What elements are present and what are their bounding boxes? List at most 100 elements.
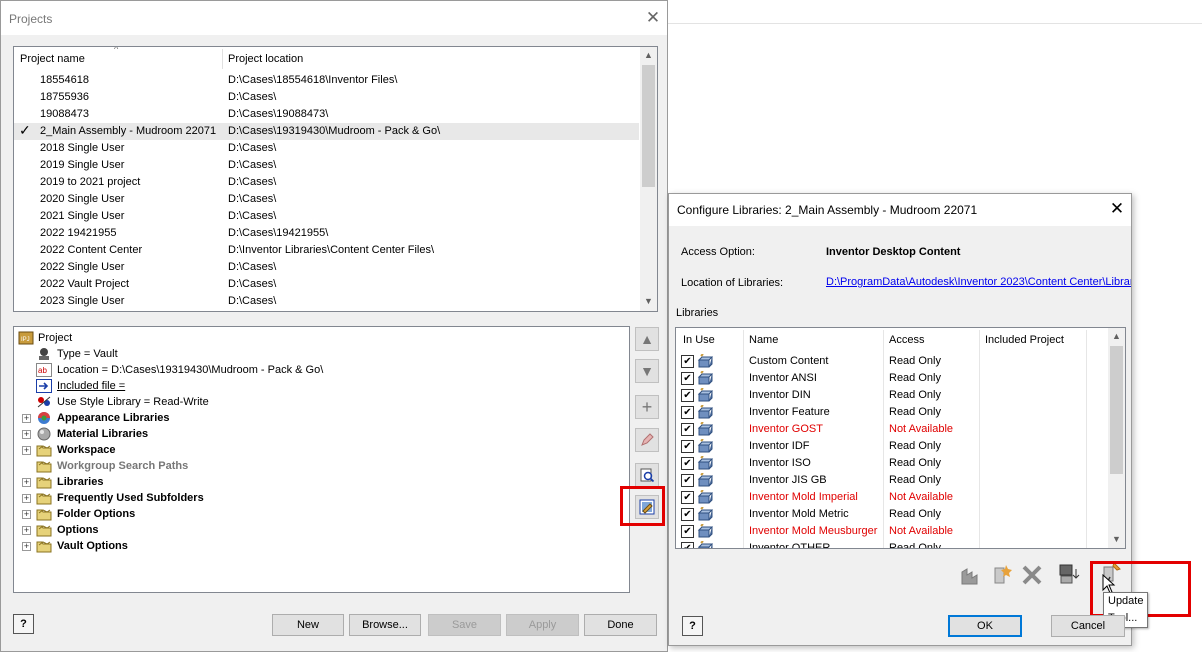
column-header-access[interactable]: Access: [889, 334, 924, 346]
library-row[interactable]: ✔ Inventor GOST Not Available: [676, 421, 1107, 438]
expand-icon[interactable]: +: [22, 446, 31, 455]
new-button[interactable]: New: [272, 614, 344, 636]
tree-prop-included-file[interactable]: Included file =: [57, 378, 125, 394]
column-header-name[interactable]: Name: [749, 334, 778, 346]
tree-group-item[interactable]: Appearance Libraries: [57, 410, 170, 426]
done-button[interactable]: Done: [584, 614, 657, 636]
ok-button[interactable]: OK: [948, 615, 1022, 637]
scroll-down-arrow-icon[interactable]: ▼: [640, 293, 657, 310]
expand-icon[interactable]: +: [22, 414, 31, 423]
project-row[interactable]: 2022 19421955 D:\Cases\19421955\: [14, 225, 639, 242]
tree-group-item[interactable]: Folder Options: [57, 506, 135, 522]
tree-group-item[interactable]: Frequently Used Subfolders: [57, 490, 204, 506]
library-row[interactable]: ✔ Inventor IDF Read Only: [676, 438, 1107, 455]
project-row[interactable]: 18755936 D:\Cases\: [14, 89, 639, 106]
project-row[interactable]: 2022 Content Center D:\Inventor Libraries…: [14, 242, 639, 259]
tree-group-item[interactable]: Workspace: [57, 442, 116, 458]
project-list-scrollbar[interactable]: ▲ ▼: [640, 47, 657, 311]
cancel-button[interactable]: Cancel: [1051, 615, 1125, 637]
project-row[interactable]: 19088473 D:\Cases\19088473\: [14, 106, 639, 123]
library-row[interactable]: ✔ Inventor Mold Imperial Not Available: [676, 489, 1107, 506]
column-header-project-name[interactable]: Project name: [20, 47, 85, 71]
browse-button[interactable]: Browse...: [349, 614, 421, 636]
in-use-checkbox[interactable]: ✔: [681, 525, 694, 538]
project-row[interactable]: 2021 Single User D:\Cases\: [14, 208, 639, 225]
expand-icon[interactable]: +: [22, 542, 31, 551]
expand-icon[interactable]: +: [22, 510, 31, 519]
libraries-scrollbar[interactable]: ▲ ▼: [1108, 328, 1125, 548]
in-use-checkbox[interactable]: ✔: [681, 423, 694, 436]
save-button[interactable]: Save: [428, 614, 501, 636]
location-link[interactable]: D:\ProgramData\Autodesk\Inventor 2023\Co…: [826, 276, 1131, 288]
scroll-down-arrow-icon[interactable]: ▼: [1108, 531, 1125, 548]
scroll-up-arrow-icon[interactable]: ▲: [640, 47, 657, 64]
column-header-included-project[interactable]: Included Project: [985, 334, 1064, 346]
in-use-checkbox[interactable]: ✔: [681, 457, 694, 470]
help-button[interactable]: ?: [682, 616, 703, 636]
find-path-icon[interactable]: [635, 463, 659, 487]
tree-prop-style-library[interactable]: Use Style Library = Read-Write: [57, 394, 209, 410]
tree-group-item[interactable]: Libraries: [57, 474, 103, 490]
libraries-table[interactable]: In Use Name Access Included Project ✔ Cus…: [675, 327, 1126, 549]
library-row[interactable]: ✔ Inventor Mold Meusburger Not Available: [676, 523, 1107, 540]
in-use-checkbox[interactable]: ✔: [681, 508, 694, 521]
library-row[interactable]: ✔ Inventor ANSI Read Only: [676, 370, 1107, 387]
library-row[interactable]: ✔ Inventor Mold Metric Read Only: [676, 506, 1107, 523]
project-row[interactable]: ✓ 2_Main Assembly - Mudroom 22071 D:\Cases…: [14, 122, 639, 140]
edit-icon[interactable]: [635, 428, 659, 452]
library-row[interactable]: ✔ Inventor JIS GB Read Only: [676, 472, 1107, 489]
project-row[interactable]: 2019 Single User D:\Cases\: [14, 157, 639, 174]
project-row[interactable]: 18554618 D:\Cases\18554618\Inventor Files…: [14, 72, 639, 89]
create-library-icon[interactable]: [991, 563, 1013, 585]
apply-button[interactable]: Apply: [506, 614, 579, 636]
project-settings-tree[interactable]: IPJ Project Type = Vault ab Location = D…: [13, 326, 630, 593]
project-location: D:\Cases\: [228, 261, 277, 273]
library-row[interactable]: ✔ Inventor Feature Read Only: [676, 404, 1107, 421]
scroll-thumb[interactable]: [642, 65, 655, 187]
scroll-up-arrow-icon[interactable]: ▲: [1108, 328, 1125, 345]
in-use-checkbox[interactable]: ✔: [681, 542, 694, 548]
library-row[interactable]: ✔ Inventor OTHER Read Only: [676, 540, 1107, 548]
library-row[interactable]: ✔ Custom Content Read Only: [676, 353, 1107, 370]
project-row[interactable]: 2020 Single User D:\Cases\: [14, 191, 639, 208]
project-row[interactable]: 2019 to 2021 project D:\Cases\: [14, 174, 639, 191]
expand-icon[interactable]: +: [22, 526, 31, 535]
project-list[interactable]: Project name ^ Project location 18554618…: [13, 46, 658, 312]
in-use-checkbox[interactable]: ✔: [681, 372, 694, 385]
tree-group-item[interactable]: Vault Options: [57, 538, 128, 554]
library-row[interactable]: ✔ Inventor DIN Read Only: [676, 387, 1107, 404]
column-divider[interactable]: [222, 49, 223, 69]
project-row[interactable]: 2018 Single User D:\Cases\: [14, 140, 639, 157]
in-use-checkbox[interactable]: ✔: [681, 474, 694, 487]
expand-icon[interactable]: +: [22, 478, 31, 487]
expand-icon[interactable]: +: [22, 430, 31, 439]
tree-group-item[interactable]: Material Libraries: [57, 426, 148, 442]
column-header-project-location[interactable]: Project location: [228, 47, 303, 71]
tree-group-item[interactable]: Options: [57, 522, 99, 538]
in-use-checkbox[interactable]: ✔: [681, 440, 694, 453]
tree-prop-type[interactable]: Type = Vault: [57, 346, 118, 362]
in-use-checkbox[interactable]: ✔: [681, 491, 694, 504]
in-use-checkbox[interactable]: ✔: [681, 389, 694, 402]
expand-icon[interactable]: +: [22, 494, 31, 503]
project-row[interactable]: 2022 Vault Project D:\Cases\: [14, 276, 639, 293]
move-down-button[interactable]: ▼: [635, 359, 659, 383]
help-button[interactable]: ?: [13, 614, 34, 634]
project-row[interactable]: 2023 Single User D:\Cases\: [14, 293, 639, 310]
scroll-thumb[interactable]: [1110, 346, 1123, 474]
tree-prop-location[interactable]: Location = D:\Cases\19319430\Mudroom - P…: [57, 362, 323, 378]
tree-group-item[interactable]: Workgroup Search Paths: [57, 458, 188, 474]
add-path-button[interactable]: +: [635, 395, 659, 419]
close-icon[interactable]: ✕: [643, 8, 663, 28]
library-part-icon[interactable]: [959, 564, 981, 586]
library-row[interactable]: ✔ Inventor ISO Read Only: [676, 455, 1107, 472]
column-header-in-use[interactable]: In Use: [683, 334, 715, 346]
in-use-checkbox[interactable]: ✔: [681, 406, 694, 419]
close-icon[interactable]: ✕: [1107, 199, 1127, 219]
tree-root-project[interactable]: Project: [38, 330, 72, 346]
move-up-button[interactable]: ▲: [635, 327, 659, 351]
in-use-checkbox[interactable]: ✔: [681, 355, 694, 368]
delete-icon[interactable]: [1021, 564, 1043, 586]
migrate-library-icon[interactable]: [1058, 563, 1080, 585]
project-row[interactable]: 2022 Single User D:\Cases\: [14, 259, 639, 276]
